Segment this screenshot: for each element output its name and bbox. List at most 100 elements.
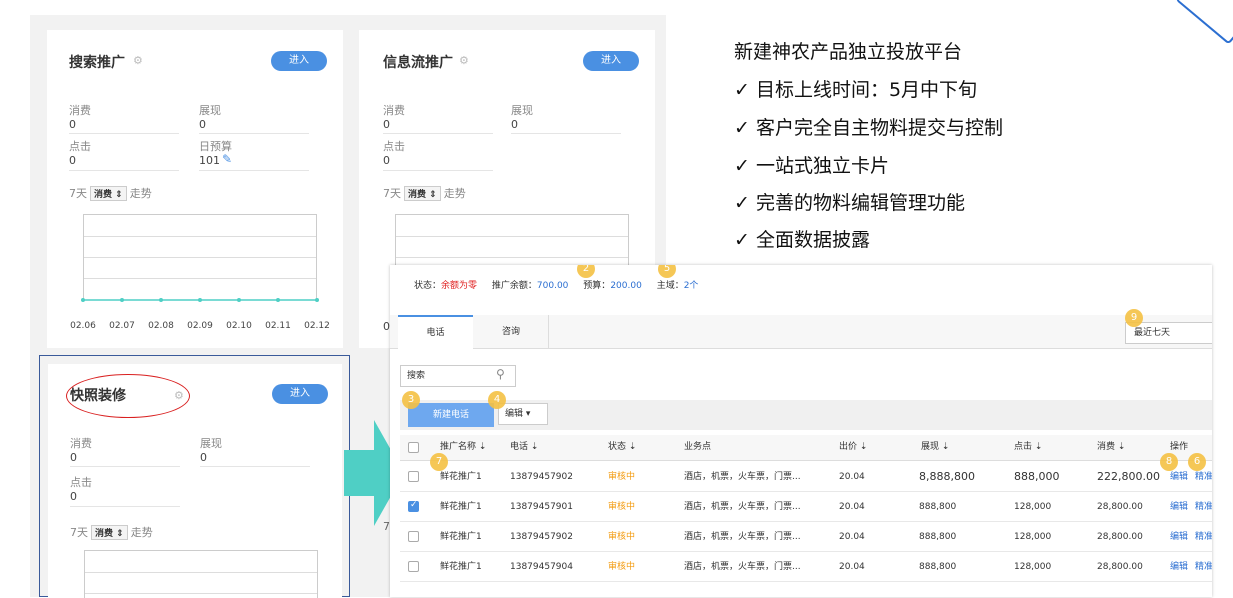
edit-dropdown[interactable]: 编辑 ▾ (498, 403, 548, 425)
cell-bid: 20.04 (839, 472, 865, 482)
col-header[interactable]: 展现 ⇣ (921, 435, 949, 459)
col-header[interactable]: 状态 ⇣ (608, 435, 636, 459)
row-checkbox[interactable] (408, 471, 419, 482)
cell-status: 审核中 (608, 562, 636, 572)
cell-imp: 888,800 (919, 562, 957, 572)
precise-link[interactable]: 精准 (1195, 492, 1212, 522)
enter-button[interactable]: 进入 (272, 384, 328, 404)
search-promotion-card: 搜索推广 ⚙ 进入 消费 0 展现 0 点击 0 日预算 101 ✎ 7天 消费 … (47, 30, 343, 348)
cell-cost: 28,800.00 (1097, 502, 1143, 512)
x-tick-label: 02.11 (265, 321, 291, 331)
trend-control: 7天 消费 ⇕ 走势 (70, 525, 153, 540)
card-title: 信息流推广 (383, 55, 453, 71)
select-all-checkbox[interactable] (408, 442, 419, 453)
trend-chart (84, 550, 318, 598)
cell-status: 审核中 (608, 472, 636, 482)
cell-clicks: 128,000 (1014, 532, 1052, 542)
callout-badge: 4 (488, 391, 506, 409)
col-header[interactable]: 电话 ⇣ (510, 435, 538, 459)
impressions-value: 0 (511, 118, 518, 131)
cell-cost: 28,800.00 (1097, 562, 1143, 572)
clicks-label: 点击 (70, 476, 92, 489)
gear-icon[interactable]: ⚙ (459, 54, 469, 67)
col-header[interactable]: 出价 ⇣ (839, 435, 867, 459)
callout-badge: 6 (1188, 453, 1206, 471)
new-phone-button[interactable]: 新建电话 (408, 403, 494, 427)
edit-link[interactable]: 编辑 (1170, 492, 1188, 522)
edit-link[interactable]: 编辑 (1170, 552, 1188, 582)
edit-link[interactable]: 编辑 (1170, 522, 1188, 552)
data-point (276, 298, 280, 302)
row-checkbox[interactable] (408, 531, 419, 542)
spend-label: 消费 (383, 104, 405, 117)
feature-item: ✓ 客户完全自主物料提交与控制 (734, 117, 1003, 139)
tab-phone[interactable]: 电话 (398, 315, 473, 349)
callout-badge: 3 (402, 391, 420, 409)
spend-label: 消费 (70, 437, 92, 450)
feature-item: ✓ 完善的物料编辑管理功能 (734, 192, 965, 214)
summary-bar: 状态：余额为零 推广余额：700.00 预算：200.00 主域：2个 (414, 281, 699, 291)
cell-name: 鲜花推广1 (440, 562, 482, 572)
table-row[interactable]: 鲜花推广1 13879457902 审核中 酒店，机票，火车票，门票... 20.04 8… (400, 522, 1212, 552)
table-header: 推广名称 ⇣ 电话 ⇣ 状态 ⇣ 业务点 出价 ⇣ 展现 ⇣ 点击 ⇣ 消费 ⇣… (400, 435, 1212, 461)
corner-watermark (1175, 0, 1233, 45)
cell-phone: 13879457901 (510, 502, 573, 512)
row-checkbox[interactable] (408, 561, 419, 572)
cell-status: 审核中 (608, 532, 636, 542)
trend-metric-select[interactable]: 消费 ⇕ (404, 186, 441, 201)
x-tick-label: 02.08 (148, 321, 174, 331)
callout-badge: 5 (658, 265, 676, 278)
cell-bid: 20.04 (839, 502, 865, 512)
col-header: 业务点 (684, 442, 712, 452)
data-point (159, 298, 163, 302)
enter-button[interactable]: 进入 (583, 51, 639, 71)
gear-icon[interactable]: ⚙ (174, 389, 184, 402)
spend-value: 0 (383, 118, 390, 131)
data-point (237, 298, 241, 302)
x-tick-label: 02.09 (187, 321, 213, 331)
data-point (120, 298, 124, 302)
cell-biz: 酒店，机票，火车票，门票... (684, 532, 801, 542)
col-header[interactable]: 消费 ⇣ (1097, 435, 1125, 459)
table-row[interactable]: 鲜花推广1 13879457904 审核中 酒店，机票，火车票，门票... 20.04 8… (400, 552, 1212, 582)
x-tick-label: 02.06 (70, 321, 96, 331)
trend-line-chart: 02.06 02.07 02.08 02.09 02.10 02.11 02.12 (70, 298, 330, 331)
search-icon[interactable]: ⚲ (496, 367, 505, 381)
feature-item: ✓ 一站式独立卡片 (734, 155, 889, 177)
callout-badge: 7 (430, 453, 448, 471)
table-row[interactable]: 鲜花推广1 13879457901 审核中 酒店，机票，火车票，门票... 20.04 8… (400, 492, 1212, 522)
data-point (81, 298, 85, 302)
feature-item: ✓ 全面数据披露 (734, 229, 870, 251)
impressions-label: 展现 (200, 437, 222, 450)
cell-clicks: 888,000 (1014, 470, 1060, 483)
precise-link[interactable]: 精准 (1195, 522, 1212, 552)
callout-badge: 2 (577, 265, 595, 278)
cell-biz: 酒店，机票，火车票，门票... (684, 472, 801, 482)
table-row[interactable]: 鲜花推广1 13879457902 审核中 酒店，机票，火车票，门票... 20.04 8… (400, 462, 1212, 492)
phone-promotion-panel: 状态：余额为零 推广余额：700.00 预算：200.00 主域：2个 电话 咨… (390, 265, 1212, 597)
highlight-ellipse (66, 374, 190, 418)
trend-metric-select[interactable]: 消费 ⇕ (91, 525, 128, 540)
col-header[interactable]: 点击 ⇣ (1014, 435, 1042, 459)
col-header[interactable]: 推广名称 ⇣ (440, 435, 486, 459)
clicks-value: 0 (383, 154, 390, 167)
x-tick-label: 02.10 (226, 321, 252, 331)
data-point (315, 298, 319, 302)
cell-name: 鲜花推广1 (440, 532, 482, 542)
cell-clicks: 128,000 (1014, 562, 1052, 572)
cell-biz: 酒店，机票，火车票，门票... (684, 562, 801, 572)
cell-cost: 222,800.00 (1097, 470, 1160, 483)
precise-link[interactable]: 精准 (1195, 552, 1212, 582)
row-checkbox[interactable] (408, 500, 419, 512)
tab-consult[interactable]: 咨询 (474, 315, 549, 349)
cell-status: 审核中 (608, 502, 636, 512)
spend-value: 0 (70, 451, 77, 464)
cell-cost: 28,800.00 (1097, 532, 1143, 542)
snapshot-decoration-card: 快照装修 ⚙ 进入 消费 0 展现 0 点击 0 7天 消费 ⇕ 走势 (39, 355, 350, 598)
cell-bid: 20.04 (839, 562, 865, 572)
clicks-label: 点击 (383, 140, 405, 153)
cell-name: 鲜花推广1 (440, 502, 482, 512)
axis-zero-label: 0 (383, 320, 390, 333)
cell-bid: 20.04 (839, 532, 865, 542)
impressions-label: 展现 (511, 104, 533, 117)
